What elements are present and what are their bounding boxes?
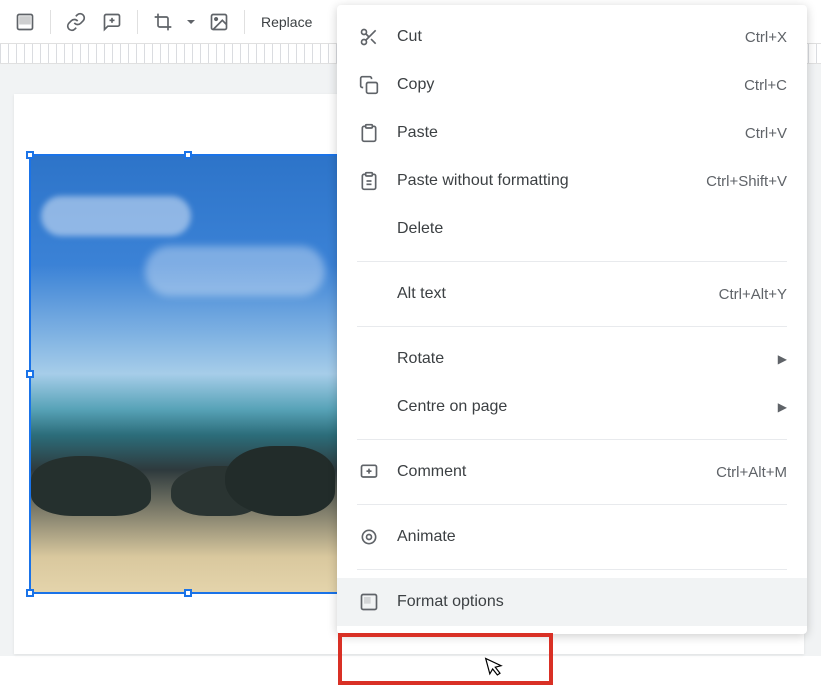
menu-item-delete[interactable]: Delete [337,205,807,253]
reset-image-button[interactable] [202,5,236,39]
image-content-rock [31,456,151,516]
menu-item-cut[interactable]: Cut Ctrl+X [337,13,807,61]
submenu-arrow-icon: ▶ [778,352,787,366]
menu-shortcut: Ctrl+X [745,29,787,46]
menu-separator [357,439,787,440]
replace-image-button[interactable]: Replace [253,14,320,30]
menu-item-format-options[interactable]: Format options [337,578,807,626]
resize-handle-mid-left[interactable] [26,370,34,378]
menu-separator [357,326,787,327]
comment-icon [357,460,381,484]
menu-label: Paste [397,124,745,142]
menu-label: Paste without formatting [397,172,706,190]
toolbar-separator [244,10,245,34]
animate-icon [357,525,381,549]
menu-shortcut: Ctrl+C [744,77,787,94]
menu-shortcut: Ctrl+Shift+V [706,173,787,190]
context-menu: Cut Ctrl+X Copy Ctrl+C Paste Ctrl+V Past… [337,5,807,634]
selected-image[interactable] [29,154,347,594]
paste-plain-icon [357,169,381,193]
image-content-rock [225,446,335,516]
menu-item-alt-text[interactable]: Alt text Ctrl+Alt+Y [337,270,807,318]
format-options-icon [357,590,381,614]
crop-dropdown-icon[interactable] [182,5,200,39]
menu-separator [357,504,787,505]
menu-shortcut: Ctrl+Alt+Y [719,286,787,303]
fill-color-button[interactable] [8,5,42,39]
menu-label: Format options [397,593,787,611]
crop-image-button[interactable] [146,5,180,39]
menu-item-animate[interactable]: Animate [337,513,807,561]
copy-icon [357,73,381,97]
menu-item-paste[interactable]: Paste Ctrl+V [337,109,807,157]
paste-icon [357,121,381,145]
image-content-cloud [145,246,325,296]
resize-handle-bottom-left[interactable] [26,589,34,597]
submenu-arrow-icon: ▶ [778,400,787,414]
mouse-cursor-icon [483,652,509,680]
menu-item-paste-without-formatting[interactable]: Paste without formatting Ctrl+Shift+V [337,157,807,205]
image-content-cloud [41,196,191,236]
resize-handle-top-mid[interactable] [184,151,192,159]
menu-label: Animate [397,528,787,546]
resize-handle-bottom-mid[interactable] [184,589,192,597]
menu-item-copy[interactable]: Copy Ctrl+C [337,61,807,109]
menu-label: Delete [397,220,787,238]
menu-separator [357,261,787,262]
menu-label: Copy [397,76,744,94]
menu-label: Cut [397,28,745,46]
menu-shortcut: Ctrl+V [745,125,787,142]
toolbar-separator [137,10,138,34]
add-comment-button[interactable] [95,5,129,39]
resize-handle-top-left[interactable] [26,151,34,159]
cut-icon [357,25,381,49]
insert-link-button[interactable] [59,5,93,39]
toolbar-separator [50,10,51,34]
menu-label: Rotate [397,350,778,368]
menu-label: Comment [397,463,716,481]
menu-label: Alt text [397,285,719,303]
menu-item-centre-on-page[interactable]: Centre on page ▶ [337,383,807,431]
menu-item-rotate[interactable]: Rotate ▶ [337,335,807,383]
menu-item-comment[interactable]: Comment Ctrl+Alt+M [337,448,807,496]
menu-label: Centre on page [397,398,778,416]
menu-shortcut: Ctrl+Alt+M [716,464,787,481]
menu-separator [357,569,787,570]
